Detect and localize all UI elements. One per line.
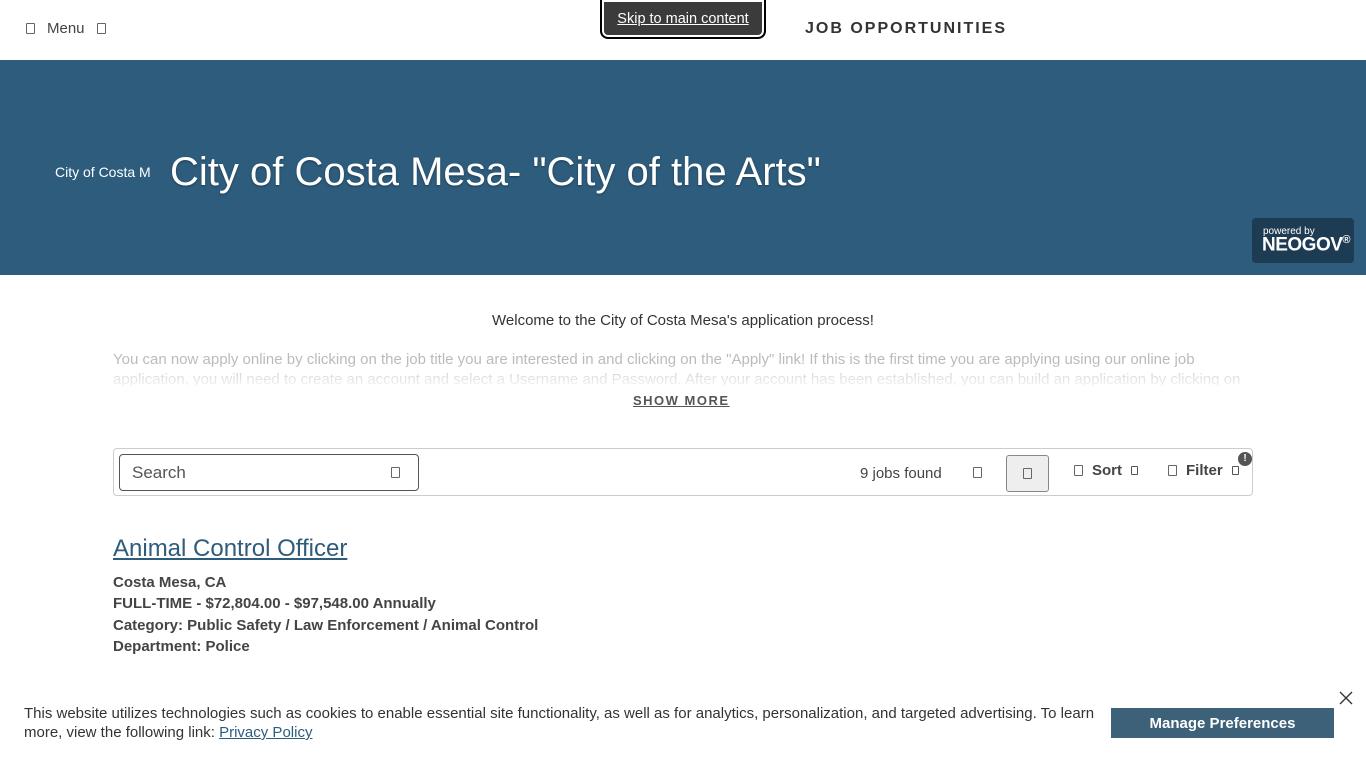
top-bar: Menu Skip to main content JOB OPPORTUNIT… bbox=[0, 0, 1366, 60]
show-more-link[interactable]: SHOW MORE bbox=[633, 393, 730, 408]
grid-view-icon bbox=[1023, 468, 1032, 479]
agency-title: City of Costa Mesa- "City of the Arts" bbox=[170, 150, 821, 194]
filter-icon bbox=[1168, 465, 1177, 476]
filter-info-badge: ! bbox=[1238, 452, 1252, 466]
chevron-down-icon bbox=[96, 23, 106, 34]
filter-button[interactable]: Filter bbox=[1168, 462, 1239, 479]
cookie-banner: This website utilizes technologies such … bbox=[0, 688, 1366, 768]
job-location: Costa Mesa, CA bbox=[113, 574, 227, 591]
skip-to-main-link[interactable]: Skip to main content bbox=[600, 0, 766, 39]
menu-button[interactable]: Menu bbox=[26, 20, 106, 37]
search-input[interactable] bbox=[119, 454, 419, 491]
sort-label: Sort bbox=[1092, 462, 1122, 479]
job-department: Department: Police bbox=[113, 638, 250, 655]
page-nav-title[interactable]: JOB OPPORTUNITIES bbox=[805, 20, 1007, 38]
privacy-policy-link[interactable]: Privacy Policy bbox=[219, 724, 312, 741]
neogov-logo: NEOGOV® bbox=[1262, 234, 1351, 256]
job-toolbar: 9 jobs found Sort Filter ! bbox=[113, 448, 1253, 496]
menu-icon bbox=[26, 23, 35, 34]
city-logo[interactable]: City of Costa Mesa bbox=[55, 164, 150, 184]
sort-icon bbox=[1074, 465, 1083, 476]
menu-label: Menu bbox=[47, 20, 85, 37]
intro-fade bbox=[113, 366, 1253, 388]
close-icon[interactable] bbox=[1338, 690, 1354, 706]
job-title-link[interactable]: Animal Control Officer bbox=[113, 535, 347, 563]
manage-preferences-button[interactable]: Manage Preferences bbox=[1111, 708, 1334, 738]
grid-view-button[interactable] bbox=[1006, 455, 1049, 492]
sort-button[interactable]: Sort bbox=[1074, 462, 1138, 479]
skip-link-label: Skip to main content bbox=[617, 10, 749, 27]
welcome-text: Welcome to the City of Costa Mesa's appl… bbox=[492, 312, 874, 329]
list-view-icon[interactable] bbox=[973, 467, 982, 478]
jobs-found-count: 9 jobs found bbox=[860, 465, 942, 482]
job-category: Category: Public Safety / Law Enforcemen… bbox=[113, 617, 539, 634]
neogov-badge[interactable]: powered by NEOGOV® bbox=[1252, 218, 1354, 263]
sort-caret-icon bbox=[1131, 466, 1138, 475]
hero-banner: City of Costa Mesa City of Costa Mesa- "… bbox=[0, 60, 1366, 275]
filter-caret-icon bbox=[1231, 466, 1239, 475]
filter-label: Filter bbox=[1186, 462, 1223, 479]
job-salary: FULL-TIME - $72,804.00 - $97,548.00 Annu… bbox=[113, 595, 436, 612]
search-icon[interactable] bbox=[391, 467, 400, 478]
cookie-message: This website utilizes technologies such … bbox=[24, 705, 1095, 741]
